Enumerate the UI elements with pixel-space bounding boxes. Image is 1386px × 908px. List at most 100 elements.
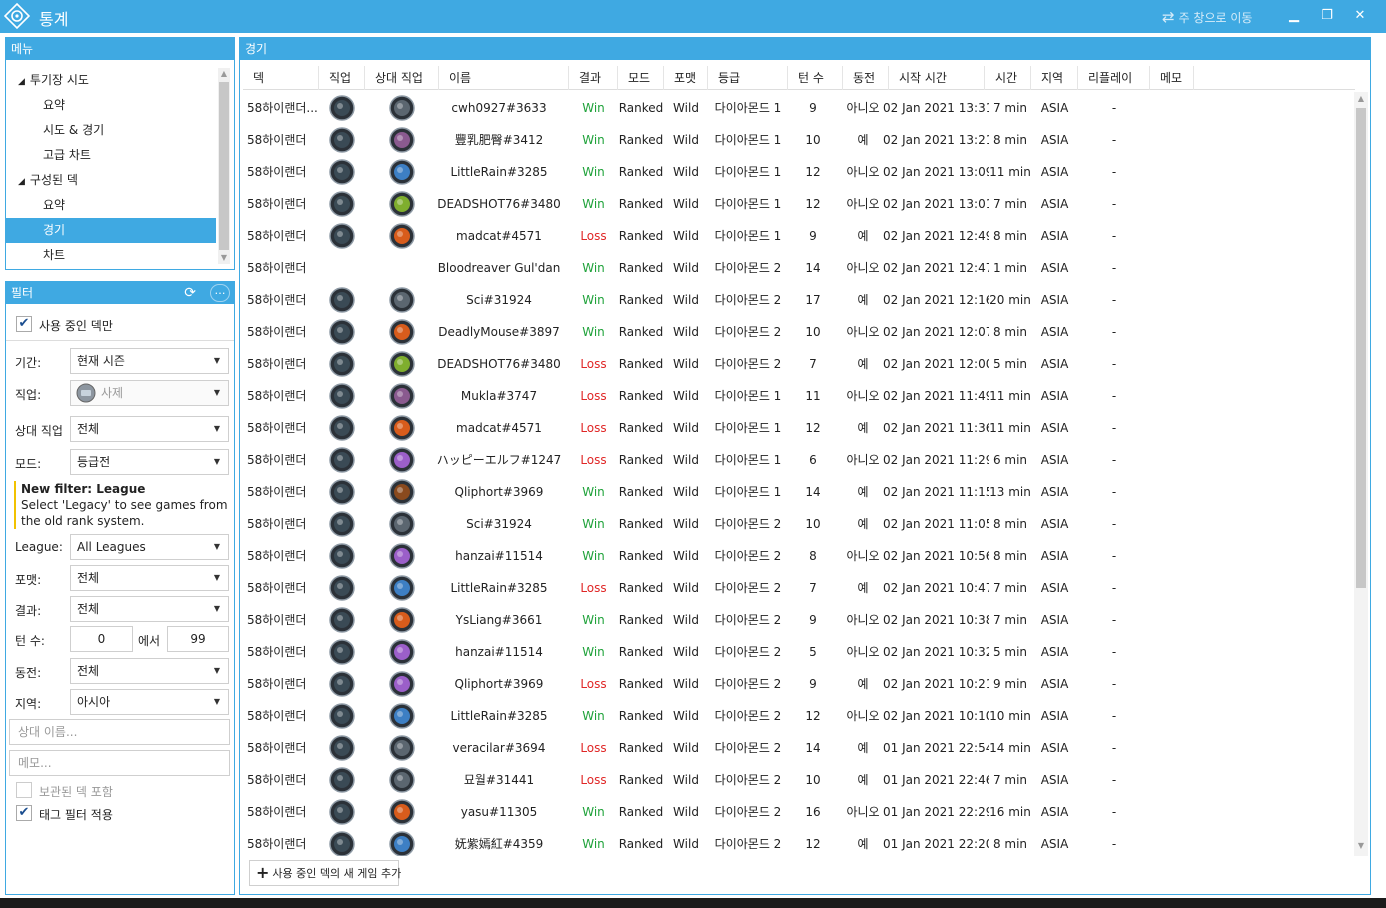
menu-item[interactable]: 경기 [6, 218, 216, 243]
region-dropdown[interactable]: 아시아 ▼ [70, 689, 229, 715]
mode-dropdown[interactable]: 등급전 ▼ [70, 449, 229, 475]
menu-item[interactable]: 고급 차트 [6, 143, 216, 168]
table-row[interactable]: 58하이랜더 Sci#31924 Win Ranked Wild 다이아몬드 2 10 예 02… [243, 508, 1355, 540]
games-scroll-thumb[interactable] [1356, 108, 1366, 588]
column-header[interactable]: 모드 [618, 66, 664, 90]
turns-cell: 12 [805, 165, 821, 179]
start-time-cell: 02 Jan 2021 10:47 [883, 581, 989, 595]
table-row[interactable]: 58하이랜더 Sci#31924 Win Ranked Wild 다이아몬드 2 17 예 02… [243, 284, 1355, 316]
column-header[interactable]: 리플레이 [1078, 66, 1150, 90]
menu-scroll-thumb[interactable] [219, 82, 229, 250]
close-button[interactable]: ✕ [1348, 6, 1372, 26]
table-row[interactable]: 58하이랜더 妩紫嫣紅#4359 Win Ranked Wild 다이아몬드 2 12 예 01… [243, 828, 1355, 856]
menu-item[interactable]: 요약 [6, 193, 216, 218]
opponent-medal-icon [389, 831, 415, 856]
menu-item[interactable]: 시도 & 경기 [6, 118, 216, 143]
memo-input[interactable]: 메모... [9, 750, 230, 776]
table-row[interactable]: 58하이랜더 Qliphort#3969 Loss Ranked Wild 다이아몬드 2… [243, 668, 1355, 700]
table-row[interactable]: 58하이랜더 DEADSHOT76#3480 Loss Ranked Wild 다이아몬드… [243, 348, 1355, 380]
table-row[interactable]: 58하이랜더 LittleRain#3285 Win Ranked Wild 다이아몬드 … [243, 700, 1355, 732]
deck-cell: 58하이랜더 [247, 421, 307, 435]
column-header[interactable]: 상대 직업 [365, 66, 439, 90]
turns-filter: 턴 수: 0 에서 99 [9, 626, 229, 654]
replay-cell: - [1111, 517, 1117, 531]
menu-scrollbar[interactable]: ▲ ▼ [218, 68, 230, 264]
column-header[interactable]: 직업 [319, 66, 365, 90]
table-row[interactable]: 58하이랜더 hanzai#11514 Win Ranked Wild 다이아몬드 2 8 아… [243, 540, 1355, 572]
table-row[interactable]: 58하이랜더 LittleRain#3285 Loss Ranked Wild 다이아몬드… [243, 572, 1355, 604]
more-options-icon[interactable]: … [210, 284, 230, 302]
table-row[interactable]: 58하이랜더 LittleRain#3285 Win Ranked Wild 다이아몬드 … [243, 156, 1355, 188]
column-header[interactable]: 등급 [708, 66, 788, 90]
table-row[interactable]: 58하이랜더 hanzai#11514 Win Ranked Wild 다이아몬드 2 5 아… [243, 636, 1355, 668]
format-dropdown[interactable]: 전체 ▼ [70, 565, 229, 591]
column-header[interactable]: 시작 시간 [889, 66, 985, 90]
opponent-class-filter: 상대 직업 전체 ▼ [9, 416, 229, 444]
column-header[interactable]: 시간 [985, 66, 1031, 90]
opponent-class-icon [389, 831, 415, 856]
active-decks-label: 사용 중인 덱만 [39, 319, 113, 333]
mode-cell: Ranked [618, 677, 664, 691]
region-cell: ASIA [1040, 517, 1069, 531]
menu-panel: 메뉴 ◢ 투기장 시도 요약 시도 & 경기 고급 차트 ◢ 구성된 덱 요약 경기 차트 ▲ ▼ [5, 37, 235, 270]
archived-decks-checkbox[interactable] [16, 782, 32, 798]
column-header[interactable]: 이름 [439, 66, 569, 90]
opponent-class-dropdown[interactable]: 전체 ▼ [70, 416, 229, 442]
refresh-icon[interactable]: ⟳ [184, 282, 196, 304]
opponent-name-input[interactable]: 상대 이름... [9, 719, 230, 745]
table-row[interactable]: 58하이랜더 madcat#4571 Loss Ranked Wild 다이아몬드 1 9 예… [243, 220, 1355, 252]
table-row[interactable]: 58하이랜더 veracilar#3694 Loss Ranked Wild 다이아몬드 … [243, 732, 1355, 764]
scroll-down-icon[interactable]: ▼ [1354, 840, 1368, 852]
table-row[interactable]: 58하이랜더 DeadlyMouse#3897 Win Ranked Wild 다이아몬드… [243, 316, 1355, 348]
menu-item[interactable]: ◢ 투기장 시도 [6, 68, 216, 93]
table-row[interactable]: 58하이랜더 madcat#4571 Loss Ranked Wild 다이아몬드 1 12… [243, 412, 1355, 444]
expand-arrow-icon[interactable]: ◢ [18, 177, 25, 187]
switch-to-main-window-button[interactable]: ⇄ 주 창으로 이동 [1162, 8, 1252, 26]
result-dropdown[interactable]: 전체 ▼ [70, 596, 229, 622]
column-header[interactable]: 결과 [569, 66, 618, 90]
table-row[interactable]: 58하이랜더 豐乳肥臀#3412 Win Ranked Wild 다이아몬드 1 10 예 02… [243, 124, 1355, 156]
column-header[interactable]: 덱 [243, 66, 319, 90]
tag-filter-checkbox[interactable]: ✔ [16, 805, 32, 821]
turns-to-input[interactable]: 99 [167, 626, 229, 652]
table-row[interactable]: 58하이랜더 Bloodreaver Gul'dan Win Ranked Wild 다이… [243, 252, 1355, 284]
table-row[interactable]: 58하이랜더 YsLiang#3661 Win Ranked Wild 다이아몬드 2 9 아… [243, 604, 1355, 636]
add-game-button[interactable]: + 사용 중인 덱의 새 게임 추가 [249, 860, 401, 886]
coin-dropdown[interactable]: 전체 ▼ [70, 658, 229, 684]
scroll-down-icon[interactable]: ▼ [218, 252, 230, 264]
scroll-up-icon[interactable]: ▲ [218, 68, 230, 80]
coin-cell: 아니오 [846, 805, 880, 819]
league-value: All Leagues [77, 540, 146, 554]
menu-item[interactable]: 요약 [6, 93, 216, 118]
opponent-name-cell: Mukla#3747 [460, 389, 538, 403]
table-row[interactable]: 58하이랜더 ハッピーエルフ#1247 Loss Ranked Wild 다이아몬드 1 6… [243, 444, 1355, 476]
scroll-up-icon[interactable]: ▲ [1354, 93, 1368, 105]
format-cell: Wild [673, 421, 699, 435]
column-header[interactable]: 턴 수 [788, 66, 843, 90]
table-row[interactable]: 58하이랜더... cwh0927#3633 Win Ranked Wild 다이아몬드 … [243, 92, 1355, 124]
menu-item[interactable]: ◢ 구성된 덱 [6, 168, 216, 193]
restore-button[interactable]: ❐ [1315, 6, 1339, 26]
table-row[interactable]: 58하이랜더 Qliphort#3969 Win Ranked Wild 다이아몬드 1 1… [243, 476, 1355, 508]
column-header[interactable]: 지역 [1031, 66, 1078, 90]
table-row[interactable]: 58하이랜더 DEADSHOT76#3480 Win Ranked Wild 다이아몬드 … [243, 188, 1355, 220]
column-header[interactable]: 동전 [843, 66, 889, 90]
table-row[interactable]: 58하이랜더 묘월#31441 Loss Ranked Wild 다이아몬드 2 10 예 01… [243, 764, 1355, 796]
turns-from-input[interactable]: 0 [70, 626, 133, 652]
window-title: 통계 [39, 10, 69, 29]
table-row[interactable]: 58하이랜더 Mukla#3747 Loss Ranked Wild 다이아몬드 1 11 아… [243, 380, 1355, 412]
priest-class-icon [329, 799, 355, 825]
column-header[interactable]: 메모 [1150, 66, 1194, 90]
period-dropdown[interactable]: 현재 시즌 ▼ [70, 348, 229, 374]
minimize-button[interactable]: ▁ [1282, 6, 1306, 26]
games-scrollbar[interactable]: ▲ ▼ [1354, 92, 1368, 856]
menu-item[interactable]: 차트 [6, 243, 216, 268]
format-cell: Wild [673, 805, 699, 819]
league-dropdown[interactable]: All Leagues ▼ [70, 534, 229, 560]
table-row[interactable]: 58하이랜더 yasu#11305 Win Ranked Wild 다이아몬드 2 16 아니… [243, 796, 1355, 828]
expand-arrow-icon[interactable]: ◢ [18, 77, 25, 87]
column-header[interactable]: 포맷 [664, 66, 708, 90]
active-decks-checkbox[interactable]: ✔ [16, 316, 32, 332]
opponent-class-icon [389, 511, 415, 537]
format-cell: Wild [673, 293, 699, 307]
